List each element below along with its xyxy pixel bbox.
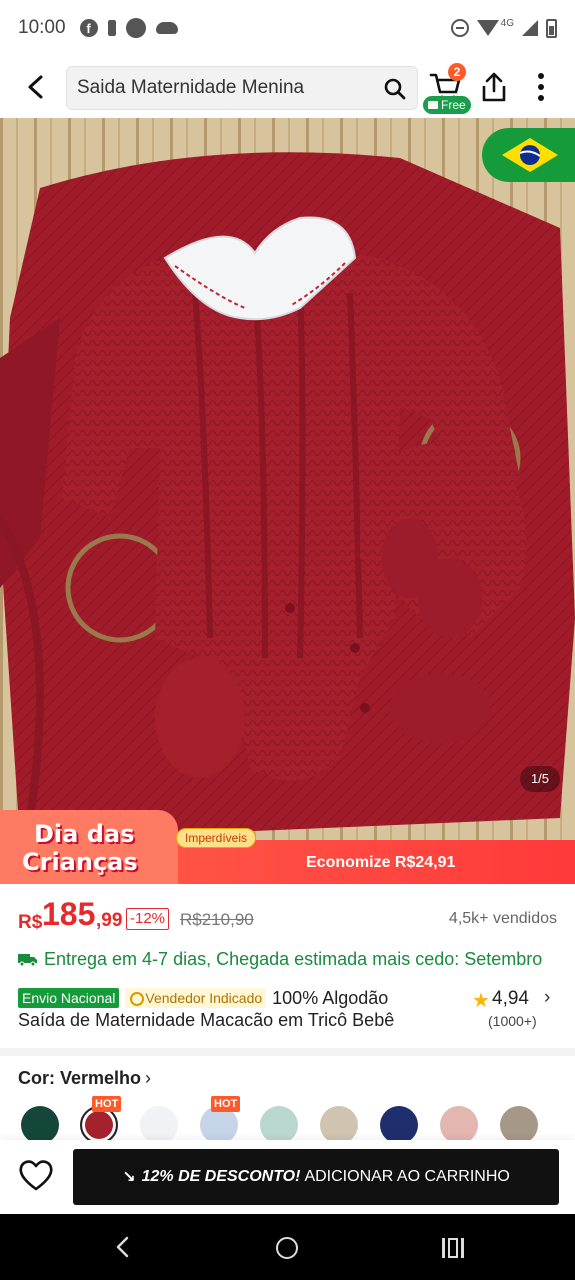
cart-count-badge: 2 [448,63,466,81]
cart-button[interactable]: 2 Free [423,62,472,114]
battery-saver-icon [107,20,116,36]
hot-badge: HOT [211,1096,241,1112]
trend-down-icon: ↘ [122,1169,136,1186]
rating[interactable]: ★ 4,94 › (1000+) [472,986,562,1029]
wishlist-button[interactable] [18,1158,54,1192]
recents-box [448,1238,458,1258]
delivery-info[interactable]: Entrega em 4-7 dias, Chegada estimada ma… [18,946,575,972]
swatch-navy[interactable] [380,1106,418,1142]
signal-icon [522,20,538,36]
free-shipping-badge: Free [423,96,471,114]
promo-banner[interactable]: Dia das Crianças Imperdíveis Economize R… [0,810,575,884]
swatch-mint[interactable] [260,1106,298,1142]
status-time: 10:00 [18,17,66,38]
share-icon [482,72,506,102]
recents-bar [442,1238,445,1258]
product-image[interactable] [0,118,575,841]
badges-row: Envio Nacional Vendedor Indicado 100% Al… [18,986,458,1010]
star-icon: ★ [472,990,490,1012]
price-main: 185 [42,896,96,932]
search-box[interactable] [66,66,418,110]
swatch-taupe[interactable] [500,1106,538,1142]
arrow-left-icon [28,75,43,99]
more-dot-icon [538,95,544,101]
material-label: 100% Algodão [272,987,389,1008]
country-flag-badge[interactable] [482,128,575,182]
search-icon[interactable] [383,77,407,101]
swatch-green[interactable] [21,1106,59,1142]
delivery-text: Entrega em 4-7 dias, Chegada estimada ma… [44,948,543,969]
promo-title-line2: Crianças [22,848,138,876]
add-cart-label: ADICIONAR AO CARRINHO [304,1168,510,1185]
back-button[interactable] [14,65,58,109]
do-not-disturb-icon [450,19,469,37]
swatch-beige[interactable] [320,1106,358,1142]
product-photo [0,118,575,841]
swatch-pink[interactable] [440,1106,478,1142]
share-button[interactable] [478,70,510,104]
truck-icon [18,954,37,966]
nav-home-icon[interactable] [276,1237,298,1259]
price-currency: R$ [18,912,43,933]
network-type: 4G [500,17,514,29]
color-label-text: Cor: Vermelho [18,1068,142,1088]
price-row: R$ 185 ,99 -12% R$210,90 4,5k+ vendidos [0,896,575,940]
rating-value: 4,94 [492,988,529,1009]
more-dot-icon [538,84,544,90]
search-input[interactable] [77,77,377,99]
recents-bar [461,1238,464,1258]
more-dot-icon [538,73,544,79]
action-bar: ↘ 12% DE DESCONTO! ADICIONAR AO CARRINHO [0,1140,575,1214]
cloud-icon [155,22,178,34]
promo-tag: Imperdíveis [176,828,257,848]
color-swatches: HOT HOT [0,1096,575,1142]
search-header: 2 Free [0,56,575,118]
wifi-icon [476,20,499,36]
national-shipping-badge: Envio Nacional [18,988,120,1008]
status-bar: 10:00 f 4G [0,0,575,56]
status-right: 4G [450,17,557,38]
rating-count: (1000+) [488,1013,537,1029]
original-price: R$210,90 [180,910,254,929]
recommended-seller-badge: Vendedor Indicado [125,988,267,1008]
nav-back-icon[interactable] [112,1234,134,1260]
color-selector-label[interactable]: Cor: Vermelho › [18,1068,151,1089]
hot-badge: HOT [92,1096,122,1112]
section-divider [0,1048,575,1056]
chevron-right-icon: › [145,1068,152,1088]
notification-dot-icon [125,18,146,38]
nav-recents-icon[interactable] [442,1238,464,1258]
price-cents: ,99 [96,910,123,931]
add-cart-discount: 12% DE DESCONTO! [141,1168,301,1185]
promo-title-line1: Dia das [34,820,135,848]
image-counter: 1/5 [520,766,560,792]
discount-badge: -12% [126,908,170,930]
sold-count: 4,5k+ vendidos [448,910,557,927]
product-title: Saída de Maternidade Macacão em Tricô Be… [18,1010,395,1030]
facebook-icon: f [79,19,98,37]
add-to-cart-button[interactable]: ↘ 12% DE DESCONTO! ADICIONAR AO CARRINHO [73,1149,559,1205]
more-options-button[interactable] [526,70,556,104]
system-nav-bar [0,1214,575,1280]
brazil-flag-icon [502,138,558,172]
battery-icon [546,18,557,38]
chevron-right-icon: › [544,987,551,1008]
heart-icon [19,1160,53,1191]
swatch-white[interactable] [140,1106,178,1142]
promo-savings: Economize R$24,91 [306,854,456,871]
